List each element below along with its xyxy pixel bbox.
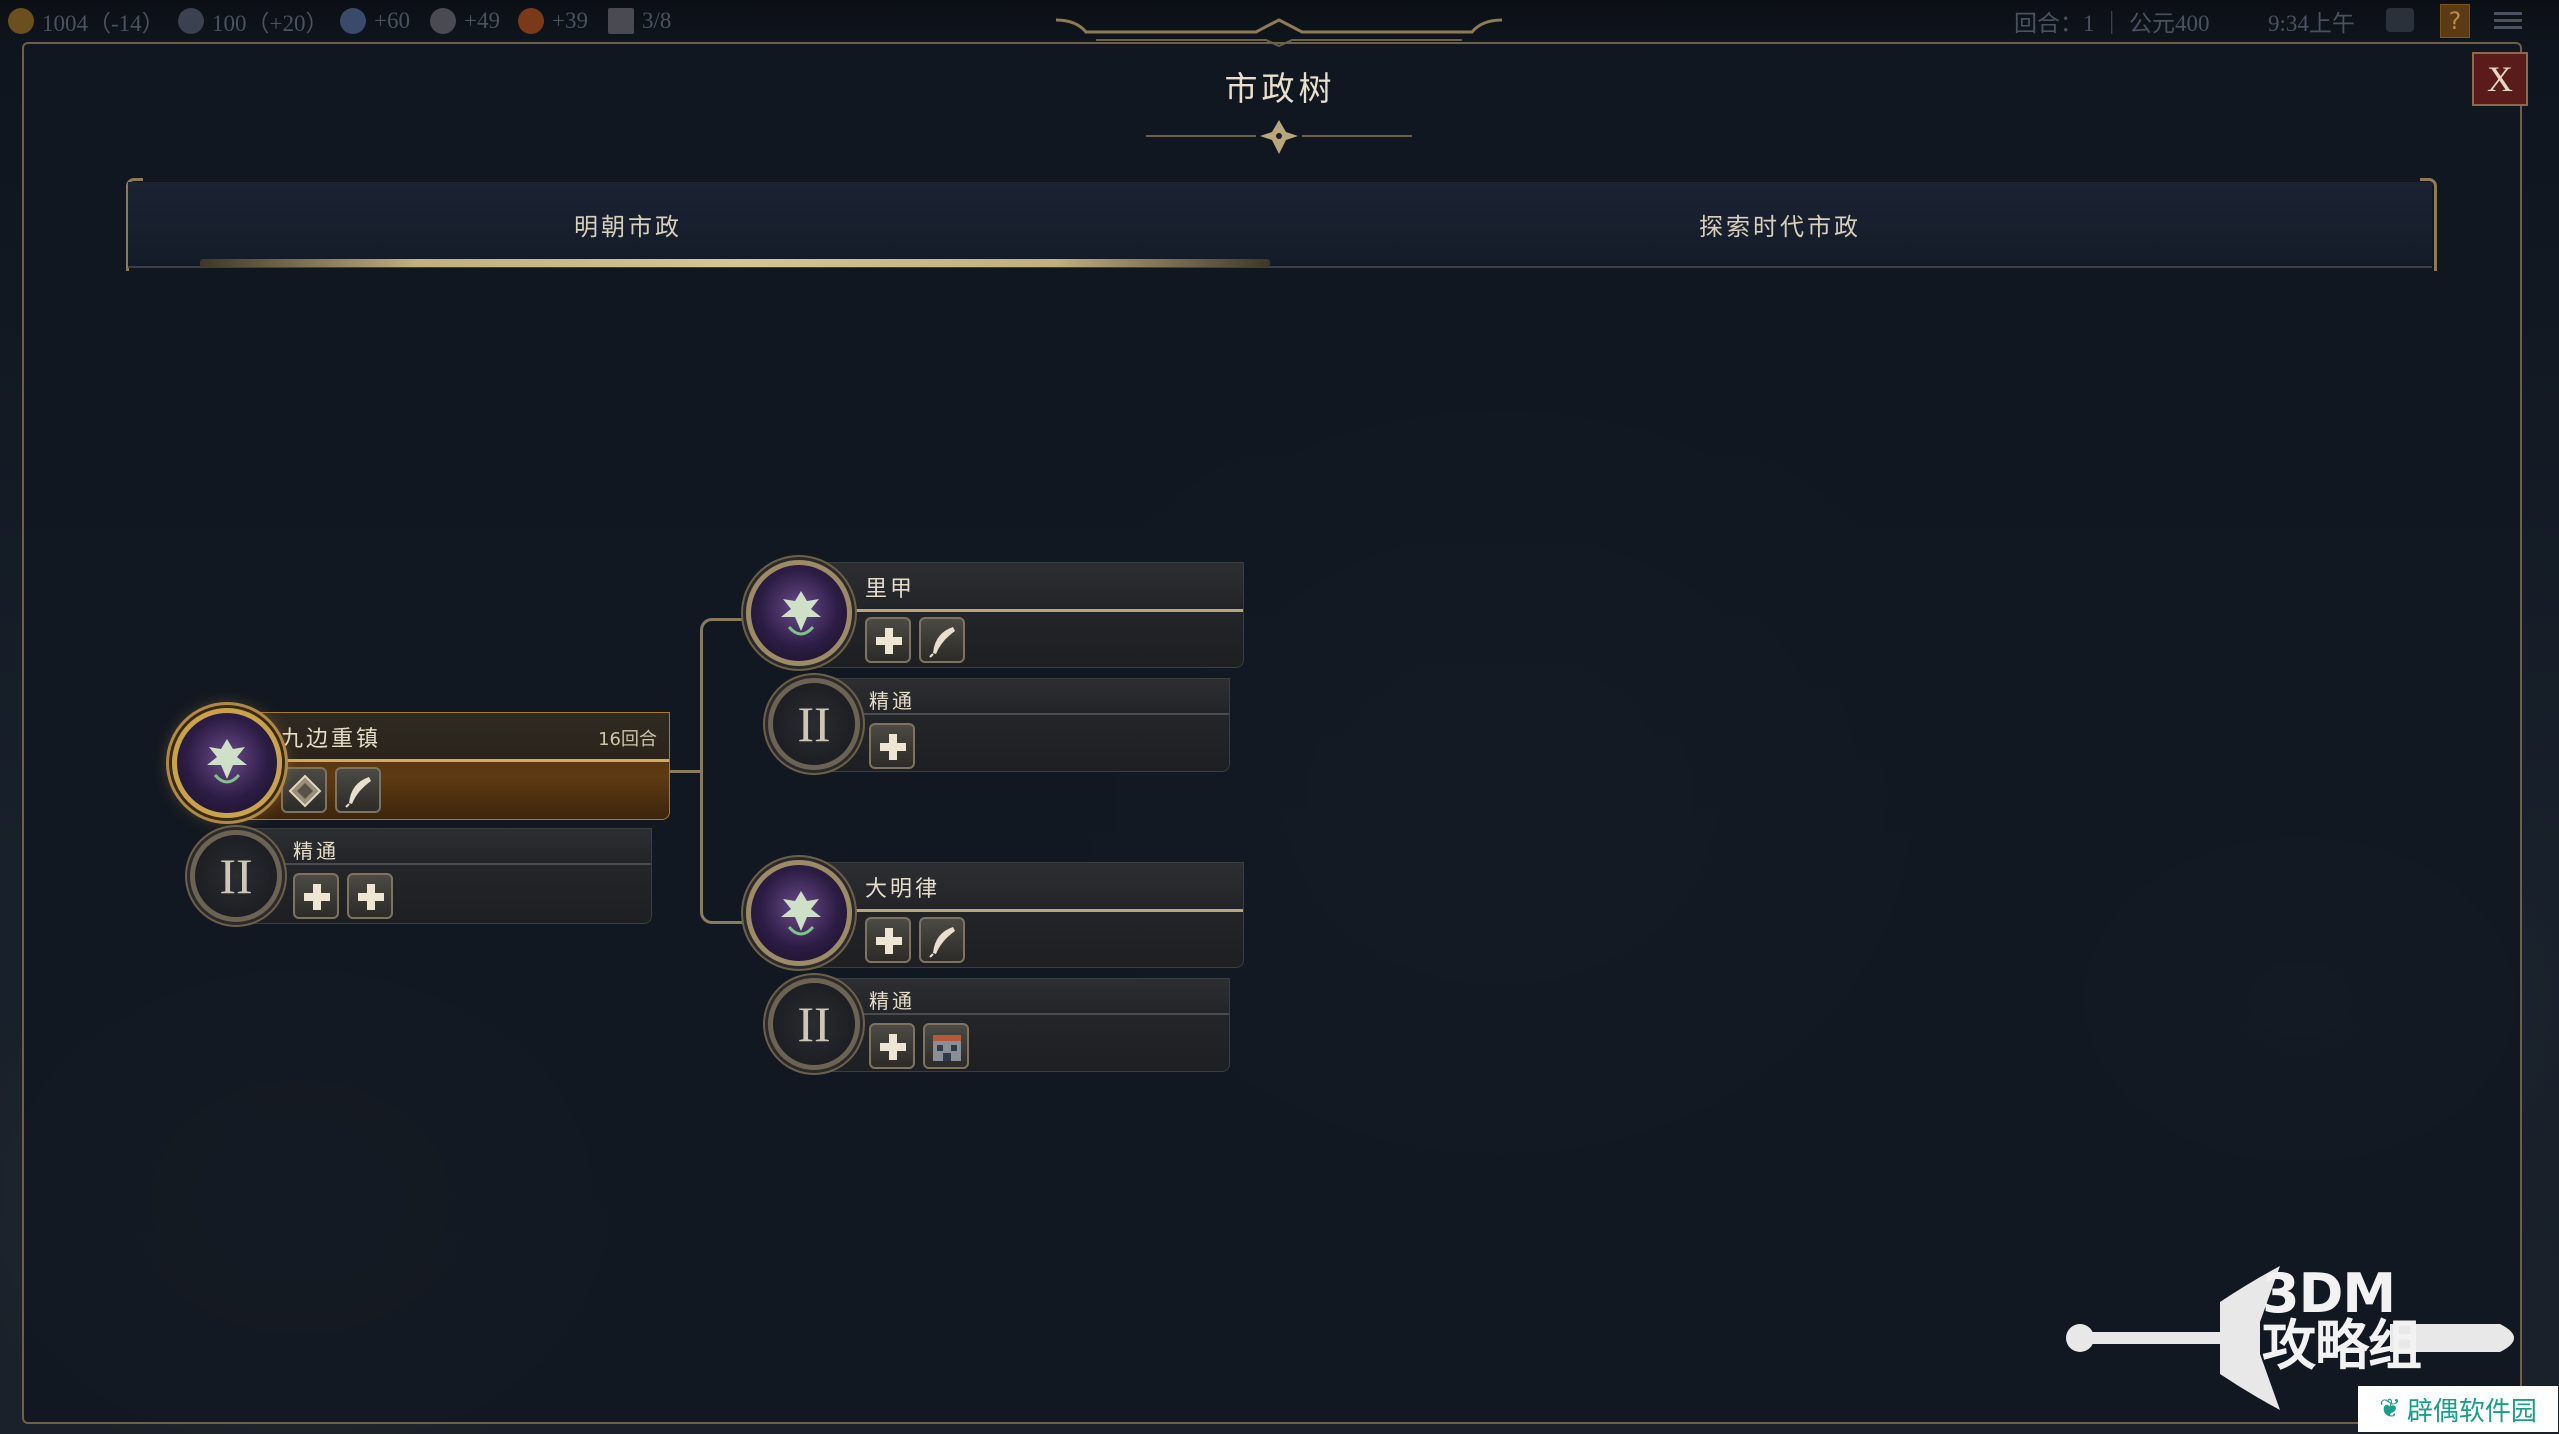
civic-name: 大明律 [865,877,941,902]
active-tab-indicator [200,259,1270,267]
culture-value: +49 [464,8,500,33]
help-icon[interactable]: ? [2440,4,2470,38]
culture-resource[interactable]: +49 [430,6,500,36]
tab-ming-civics[interactable]: 明朝市政 [128,182,1128,266]
mastery-name: 精通 [293,839,339,863]
wonder-diamond-icon[interactable] [281,767,327,813]
turn-label: 回合：1 ｜ 公元400 [2014,11,2210,36]
plus-icon[interactable] [865,617,911,663]
civic-node-jiubian-zhongzhen[interactable]: 九边重镇 16回合 [172,708,672,828]
quill-icon[interactable] [919,917,965,963]
civic-medal [746,860,852,966]
faith-resource[interactable]: +60 [340,6,410,36]
civic-emblem-icon [781,891,821,936]
close-button[interactable]: X [2472,52,2528,106]
gold-value: 1004（-14） [42,11,165,36]
cloud-icon[interactable] [2386,8,2414,32]
civic-turns: 16回合 [598,729,657,750]
leaf-icon: ❦ [2379,1394,2401,1424]
culture-music-icon [430,8,456,34]
science-value: 100（+20） [212,11,329,36]
civic-name: 九边重镇 [281,727,382,752]
title-ornament-icon [1146,120,1412,154]
civic-node-daminglv[interactable]: 大明律 [746,860,1246,976]
civic-medal [172,708,282,818]
happiness-resource[interactable]: +39 [518,6,588,36]
menu-icon[interactable] [2494,8,2522,32]
science-resource[interactable]: 100（+20） [178,6,328,36]
faith-flask-icon [340,8,366,34]
page-title: 市政树 [1224,69,1336,108]
plus-icon[interactable] [347,873,393,919]
mastery-name: 精通 [869,989,915,1013]
plus-icon[interactable] [869,723,915,769]
mastery-roman: II [219,848,253,904]
civics-tabs: 明朝市政 探索时代市政 [128,182,2432,268]
watermark-line2: 攻略组 [2262,1314,2422,1377]
plus-icon[interactable] [293,873,339,919]
top-frame-ornament-icon [1056,18,1502,48]
gold-icon [8,8,34,34]
quill-icon[interactable] [919,617,965,663]
settlement-value: 3/8 [642,8,672,33]
plus-icon[interactable] [865,917,911,963]
civic-name: 里甲 [865,577,916,602]
building-icon[interactable] [923,1023,969,1069]
civic-node-lijia-mastery[interactable]: 精通 II [768,676,1238,776]
watermark-line1: 3DM [2262,1262,2396,1325]
mastery-name: 精通 [869,689,915,713]
clock-time: 9:34上午 [2268,11,2355,36]
mastery-roman: II [797,696,831,752]
happiness-face-icon [518,8,544,34]
tab-exploration-age-civics[interactable]: 探索时代市政 [1128,182,2432,266]
quill-icon[interactable] [335,767,381,813]
plus-icon[interactable] [869,1023,915,1069]
civic-node-lijia[interactable]: 里甲 [746,560,1246,676]
tree-connector [670,770,700,773]
faith-value: +60 [374,8,410,33]
happiness-value: +39 [552,8,588,33]
settlement-icon [608,8,634,34]
mastery-medal: II [190,830,282,922]
mastery-roman: II [797,996,831,1052]
civic-node-jiubian-mastery[interactable]: 精通 II [190,828,660,928]
site-name: 辟偶软件园 [2406,1396,2537,1427]
settlement-resource[interactable]: 3/8 [608,6,671,36]
civic-medal [746,560,852,666]
civic-emblem-icon [207,739,247,784]
civic-node-daminglv-mastery[interactable]: 精通 II [768,976,1238,1076]
mastery-medal: II [768,678,860,770]
mastery-medal: II [768,978,860,1070]
civic-emblem-icon [781,591,821,636]
watermark-brand: 3DM 攻略组 [2262,1262,2422,1377]
gold-resource[interactable]: 1004（-14） [8,6,165,36]
site-watermark: ❦ 辟偶软件园 [2358,1386,2558,1432]
science-globe-icon [178,8,204,34]
